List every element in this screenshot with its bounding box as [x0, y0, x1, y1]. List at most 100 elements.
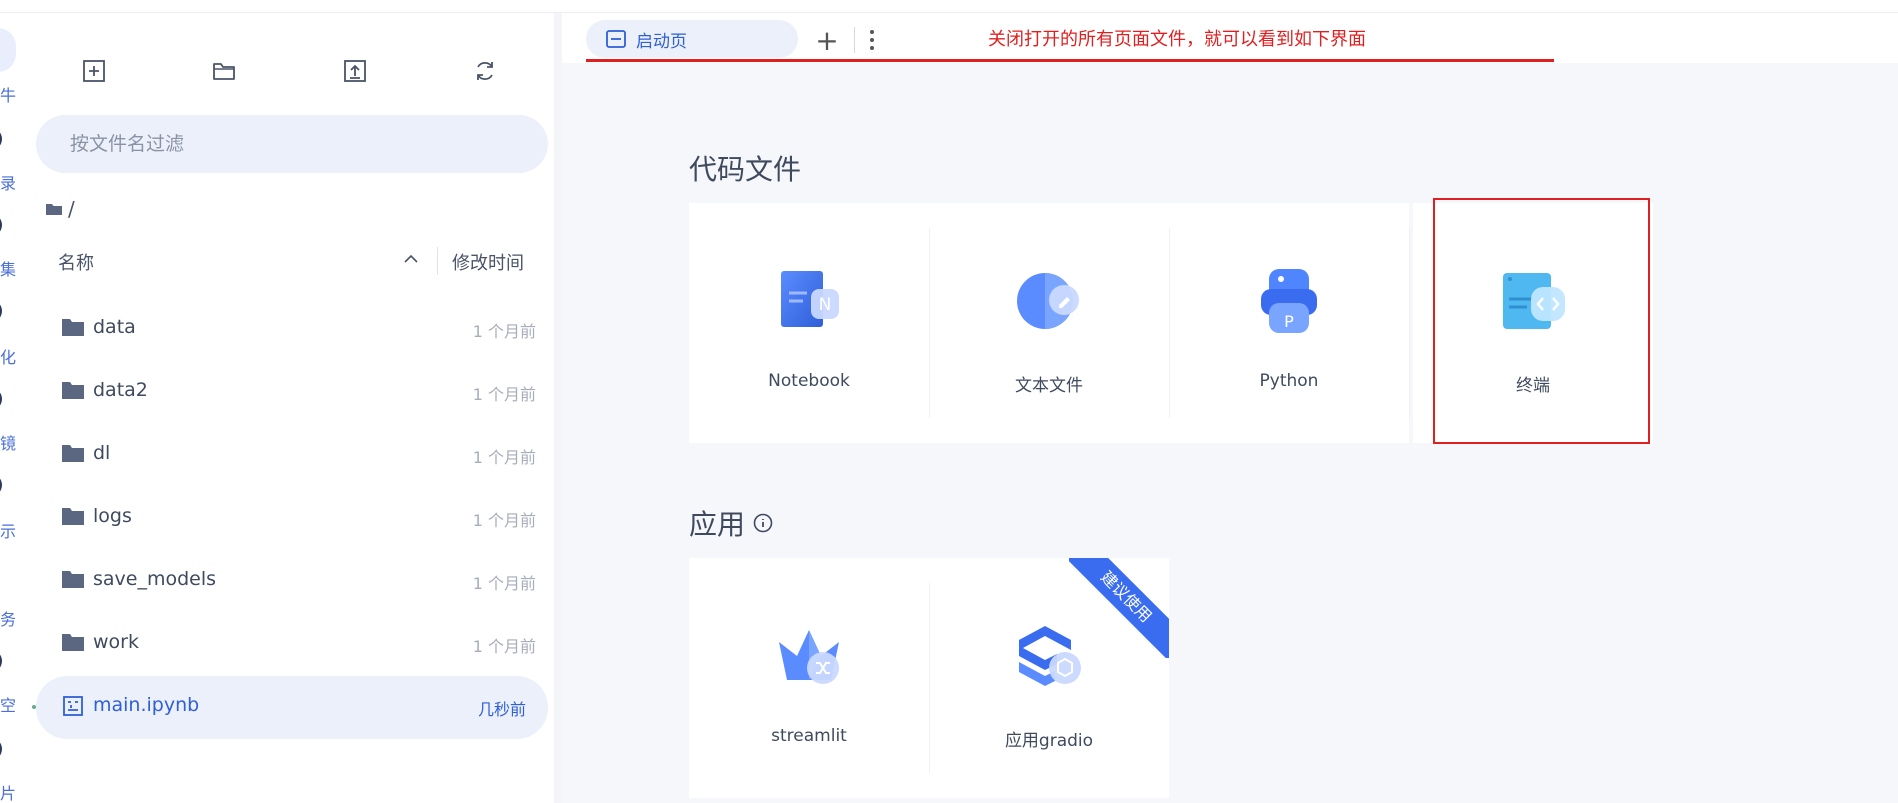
new-folder-button[interactable] — [204, 51, 244, 91]
card-label: 文本文件 — [1015, 376, 1083, 396]
svg-text:N: N — [819, 295, 832, 315]
python-icon: P — [1261, 269, 1317, 333]
column-name[interactable]: 名称 — [58, 249, 94, 275]
file-row-logs[interactable]: logs 1 个月前 — [24, 487, 554, 550]
code-section-title: 代码文件 — [689, 148, 801, 188]
filter-input[interactable] — [36, 115, 548, 173]
refresh-icon — [477, 61, 493, 81]
code-cards: N Notebook 文本文件 P Python — [689, 203, 1410, 443]
file-row-data[interactable]: data 1 个月前 — [24, 298, 554, 361]
file-row-data2[interactable]: data2 1 个月前 — [24, 361, 554, 424]
column-separator[interactable] — [437, 247, 438, 275]
left-rail: 牛 录 集 化 镜 示 务 空 片 — [0, 0, 24, 803]
new-folder-icon — [213, 63, 235, 80]
launcher-tab-icon — [606, 30, 626, 48]
text-file-icon — [1017, 273, 1079, 329]
annotation-underline — [586, 59, 1554, 62]
breadcrumb-path: / — [68, 197, 75, 221]
tab-label: 启动页 — [636, 31, 687, 52]
card-divider — [1409, 228, 1410, 418]
annotation-text: 关闭打开的所有页面文件，就可以看到如下界面 — [988, 29, 1366, 50]
file-toolbar — [24, 51, 554, 91]
more-dot — [870, 30, 874, 34]
rail-icon[interactable] — [0, 388, 2, 410]
upload-button[interactable] — [335, 51, 375, 91]
file-modified: 1 个月前 — [472, 322, 536, 341]
rail-label: 片 — [0, 784, 17, 803]
file-list: data 1 个月前 data2 1 个月前 dl 1 个月前 logs 1 个… — [24, 298, 554, 739]
file-modified: 1 个月前 — [472, 637, 536, 656]
rail-icon[interactable] — [0, 300, 2, 322]
rail-icon[interactable] — [0, 650, 2, 672]
upload-icon — [344, 60, 366, 82]
card-streamlit[interactable]: streamlit — [689, 558, 929, 798]
notebook-icon: N — [781, 271, 839, 327]
file-row-dl[interactable]: dl 1 个月前 — [24, 424, 554, 487]
card-label: Notebook — [768, 371, 850, 391]
rail-label: 集 — [0, 260, 17, 279]
card-label: Python — [1259, 371, 1319, 391]
rail-icon[interactable] — [0, 128, 2, 150]
section-title-text: 应用 — [689, 508, 746, 541]
main-area: 启动页 + 关闭打开的所有页面文件，就可以看到如下界面 代码文件 N Noteb… — [562, 13, 1898, 803]
card-label: streamlit — [771, 726, 847, 746]
file-browser-panel: / 名称 修改时间 data 1 个月前 data2 1 个月前 dl 1 个月… — [24, 13, 562, 803]
column-modified[interactable]: 修改时间 — [452, 249, 524, 275]
more-dot — [870, 46, 874, 50]
tab-launcher[interactable]: 启动页 — [586, 20, 798, 58]
folder-icon — [46, 204, 62, 215]
card-notebook[interactable]: N Notebook — [689, 203, 929, 443]
rail-label: 示 — [0, 522, 17, 541]
more-dot — [870, 38, 874, 42]
file-row-work[interactable]: work 1 个月前 — [24, 613, 554, 676]
notebook-file-icon — [63, 696, 83, 716]
app-cards: streamlit 应用gradio 建议使用 — [689, 558, 1169, 798]
card-gradio[interactable]: 应用gradio 建议使用 — [929, 558, 1169, 798]
file-modified: 1 个月前 — [472, 448, 536, 467]
file-name: main.ipynb — [93, 694, 200, 716]
streamlit-icon — [779, 630, 839, 684]
new-launcher-icon — [83, 60, 105, 82]
tab-separator — [854, 27, 855, 53]
card-text-file[interactable]: 文本文件 — [929, 203, 1169, 443]
rail-label: 牛 — [0, 86, 17, 105]
rail-label: 镜 — [0, 434, 17, 453]
refresh-button[interactable] — [465, 51, 505, 91]
more-menu-button[interactable] — [862, 25, 882, 55]
file-modified: 1 个月前 — [472, 511, 536, 530]
folder-icon — [62, 634, 84, 651]
file-name: logs — [93, 505, 132, 527]
file-name: save_models — [93, 568, 217, 590]
folder-icon — [62, 445, 84, 462]
folder-icon — [62, 319, 84, 336]
file-name: data2 — [93, 379, 148, 401]
panel-resize-edge[interactable] — [554, 13, 562, 803]
file-name: data — [93, 316, 136, 338]
breadcrumb[interactable]: / — [46, 197, 75, 221]
file-row-save-models[interactable]: save_models 1 个月前 — [24, 550, 554, 613]
rail-icon[interactable] — [0, 738, 2, 760]
card-label: 应用gradio — [1004, 731, 1094, 751]
card-python[interactable]: P Python — [1169, 203, 1409, 443]
svg-text:P: P — [1284, 312, 1294, 331]
folder-icon — [62, 508, 84, 525]
apps-section-title: 应用 — [689, 503, 773, 543]
section-title-text: 代码文件 — [689, 153, 802, 186]
rail-label: 务 — [0, 610, 17, 629]
file-row-main-ipynb[interactable]: main.ipynb 几秒前 — [32, 676, 548, 739]
add-tab-button[interactable]: + — [812, 23, 842, 57]
info-icon[interactable] — [753, 513, 773, 533]
rail-label: 空 — [0, 696, 17, 715]
rail-active-item[interactable] — [0, 28, 16, 72]
plus-icon: + — [815, 23, 839, 57]
file-modified: 1 个月前 — [472, 385, 536, 404]
rail-icon[interactable] — [0, 214, 2, 236]
file-modified: 1 个月前 — [472, 574, 536, 593]
new-launcher-button[interactable] — [74, 51, 114, 91]
recommended-ribbon: 建议使用 — [1069, 558, 1169, 658]
filter-box — [36, 115, 548, 173]
chevron-up-icon[interactable] — [402, 249, 420, 269]
file-modified: 几秒前 — [477, 700, 526, 719]
tab-bar: 启动页 + 关闭打开的所有页面文件，就可以看到如下界面 — [562, 13, 1898, 63]
rail-icon[interactable] — [0, 474, 2, 496]
